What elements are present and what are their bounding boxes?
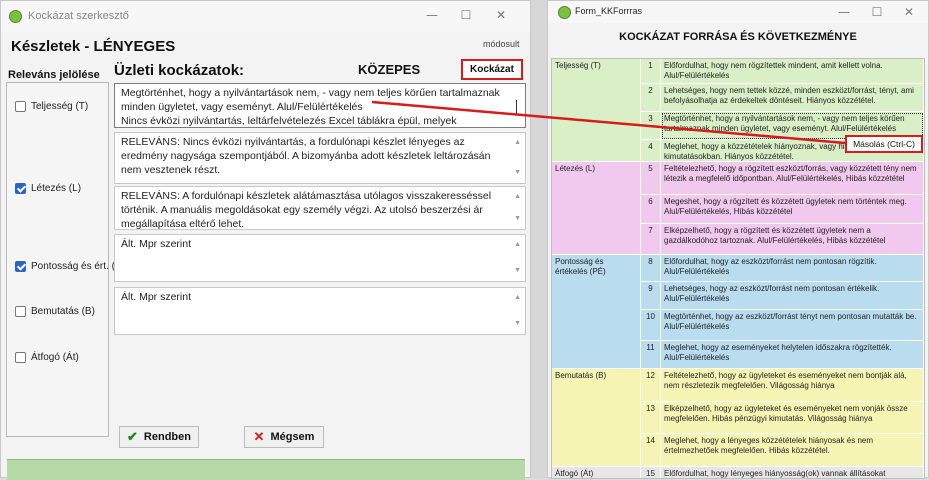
close-icon[interactable]: ✕ bbox=[490, 8, 512, 22]
maximize-icon[interactable]: ☐ bbox=[866, 5, 888, 19]
category-teljesseg: Teljesség (T) bbox=[552, 59, 641, 162]
table-row[interactable]: Előfordulhat, hogy lényeges hiányosság(o… bbox=[661, 467, 924, 478]
checkbox-box[interactable] bbox=[15, 183, 26, 194]
close-icon[interactable]: ✕ bbox=[898, 5, 920, 19]
scroll-up-icon[interactable]: ▲ bbox=[514, 238, 521, 252]
maximize-icon[interactable]: ☐ bbox=[455, 8, 477, 22]
table-row[interactable]: Megtörténhet, hogy az eszközt/forrást té… bbox=[661, 310, 924, 341]
table-row[interactable]: Elképzelhető, hogy a rögzített és közzét… bbox=[661, 224, 924, 255]
window-title: Kockázat szerkesztő bbox=[28, 10, 129, 22]
table-row[interactable]: Lehetséges, hogy nem tettek közzé, minde… bbox=[661, 84, 924, 112]
risk-text-box-3[interactable]: RELEVÁNS: A fordulónapi készletek alátám… bbox=[114, 186, 526, 230]
risk-text: RELEVÁNS: Nincs évközi nyilvántartás, a … bbox=[121, 136, 491, 176]
table-row[interactable]: Előfordulhat, hogy az eszközt/forrást ne… bbox=[661, 255, 924, 282]
table-row[interactable]: Megeshet, hogy a rögzített és közzétett … bbox=[661, 195, 924, 224]
cancel-button-label: Mégsem bbox=[270, 431, 315, 443]
kockazat-button[interactable]: Kockázat bbox=[461, 59, 523, 80]
scroll-down-icon[interactable]: ▼ bbox=[514, 264, 521, 278]
table-row[interactable]: Meglehet, hogy a lényeges közzétételek h… bbox=[661, 434, 924, 467]
text-cursor bbox=[516, 100, 517, 114]
checkbox-box[interactable] bbox=[15, 261, 26, 272]
row-number: 9 bbox=[641, 282, 661, 310]
checkmark-icon: ✔ bbox=[127, 429, 138, 444]
window-title: Form_KKForrras bbox=[575, 6, 643, 16]
risk-text: Ált. Mpr szerint bbox=[121, 238, 192, 250]
checkbox-pontossag[interactable]: Pontosság és ért. (PÉ bbox=[15, 261, 128, 272]
table-row[interactable]: Meglehet, hogy az eseményeket helytelen … bbox=[661, 341, 924, 369]
background-window-strip bbox=[7, 459, 525, 480]
checkbox-label: Átfogó (Át) bbox=[31, 352, 79, 363]
row-number: 12 bbox=[641, 369, 661, 402]
table-row[interactable]: Lehetséges, hogy az eszközt/forrást nem … bbox=[661, 282, 924, 310]
risk-text-box-2[interactable]: RELEVÁNS: Nincs évközi nyilvántartás, a … bbox=[114, 132, 526, 184]
risk-text: Ált. Mpr szerint bbox=[121, 291, 192, 303]
row-number: 5 bbox=[641, 162, 661, 195]
table-row[interactable]: Feltételezhető, hogy a rögzített eszközt… bbox=[661, 162, 924, 195]
category-letezes: Létezés (L) bbox=[552, 162, 641, 255]
table-row[interactable]: Előfordulhat, hogy nem rögzítettek minde… bbox=[661, 59, 924, 84]
title-bar[interactable]: Form_KKForrras — ☐ ✕ bbox=[548, 1, 928, 23]
context-menu-copy[interactable]: Másolás (Ctrl-C) bbox=[845, 135, 923, 153]
risk-source-table: Teljesség (T) Létezés (L) Pontosság és é… bbox=[551, 58, 925, 479]
relevance-panel bbox=[6, 82, 109, 437]
app-icon bbox=[9, 10, 22, 23]
row-number: 10 bbox=[641, 310, 661, 341]
scroll-up-icon[interactable]: ▲ bbox=[514, 291, 521, 305]
category-atfogo: Átfogó (Át) bbox=[552, 467, 641, 478]
page-title: Készletek - LÉNYEGES bbox=[11, 38, 176, 55]
business-risks-label: Üzleti kockázatok: bbox=[114, 62, 245, 79]
scroll-down-icon[interactable]: ▼ bbox=[514, 317, 521, 331]
checkbox-box[interactable] bbox=[15, 101, 26, 112]
risk-text: RELEVÁNS: A fordulónapi készletek alátám… bbox=[121, 190, 492, 230]
page-title: KOCKÁZAT FORRÁSA ÉS KÖVETKEZMÉNYE bbox=[619, 31, 857, 43]
scroll-up-icon[interactable]: ▲ bbox=[514, 190, 521, 204]
scroll-down-icon[interactable]: ▼ bbox=[514, 166, 521, 180]
row-number: 11 bbox=[641, 341, 661, 369]
app-icon bbox=[558, 6, 571, 19]
checkbox-label: Teljesség (T) bbox=[31, 101, 89, 112]
minimize-icon[interactable]: — bbox=[833, 5, 855, 19]
row-number: 4 bbox=[641, 140, 661, 162]
category-bemutatas: Bemutatás (B) bbox=[552, 369, 641, 467]
checkbox-teljesseg[interactable]: Teljesség (T) bbox=[15, 101, 88, 112]
row-number: 14 bbox=[641, 434, 661, 467]
table-row[interactable]: Feltételezhető, hogy az ügyleteket és es… bbox=[661, 369, 924, 402]
cancel-button[interactable]: ✕ Mégsem bbox=[244, 426, 324, 448]
scroll-down-icon[interactable]: ▼ bbox=[514, 212, 521, 226]
checkbox-label: Létezés (L) bbox=[31, 183, 82, 194]
row-number: 7 bbox=[641, 224, 661, 255]
category-pontossag: Pontosság és értékelés (PÉ) bbox=[552, 255, 641, 369]
row-number: 6 bbox=[641, 195, 661, 224]
row-number: 2 bbox=[641, 84, 661, 112]
risk-text-box-4[interactable]: Ált. Mpr szerint ▲ ▼ bbox=[114, 234, 526, 282]
checkbox-letezes[interactable]: Létezés (L) bbox=[15, 183, 81, 194]
row-number: 8 bbox=[641, 255, 661, 282]
table-row[interactable]: Elképzelhető, hogy az ügyleteket és esem… bbox=[661, 402, 924, 434]
risk-editor-window: Kockázat szerkesztő — ☐ ✕ Készletek - LÉ… bbox=[0, 0, 531, 480]
risk-text: Megtörténhet, hogy a nyilvántartások nem… bbox=[121, 87, 500, 127]
ok-button[interactable]: ✔ Rendben bbox=[119, 426, 199, 448]
checkbox-box[interactable] bbox=[15, 306, 26, 317]
minimize-icon[interactable]: — bbox=[421, 8, 443, 22]
scroll-up-icon[interactable]: ▲ bbox=[514, 136, 521, 150]
row-number: 3 bbox=[641, 112, 661, 140]
risk-source-window: Form_KKForrras — ☐ ✕ KOCKÁZAT FORRÁSA ÉS… bbox=[547, 0, 929, 479]
risk-text-box-5[interactable]: Ált. Mpr szerint ▲ ▼ bbox=[114, 287, 526, 335]
relevance-label: Releváns jelölése bbox=[8, 69, 100, 81]
row-number: 1 bbox=[641, 59, 661, 84]
background-window-gap bbox=[531, 0, 547, 478]
risk-text-box-1[interactable]: Megtörténhet, hogy a nyilvántartások nem… bbox=[114, 83, 526, 128]
checkbox-box[interactable] bbox=[15, 352, 26, 363]
risk-level-label: KÖZEPES bbox=[358, 62, 421, 77]
checkbox-bemutatas[interactable]: Bemutatás (B) bbox=[15, 306, 95, 317]
row-number: 15 bbox=[641, 467, 661, 478]
modified-status: módosult bbox=[483, 39, 520, 49]
checkbox-atfogo[interactable]: Átfogó (Át) bbox=[15, 352, 79, 363]
x-icon: ✕ bbox=[253, 429, 265, 444]
title-bar[interactable]: Kockázat szerkesztő — ☐ ✕ bbox=[1, 1, 530, 32]
checkbox-label: Bemutatás (B) bbox=[31, 306, 95, 317]
ok-button-label: Rendben bbox=[143, 431, 191, 443]
row-number: 13 bbox=[641, 402, 661, 434]
